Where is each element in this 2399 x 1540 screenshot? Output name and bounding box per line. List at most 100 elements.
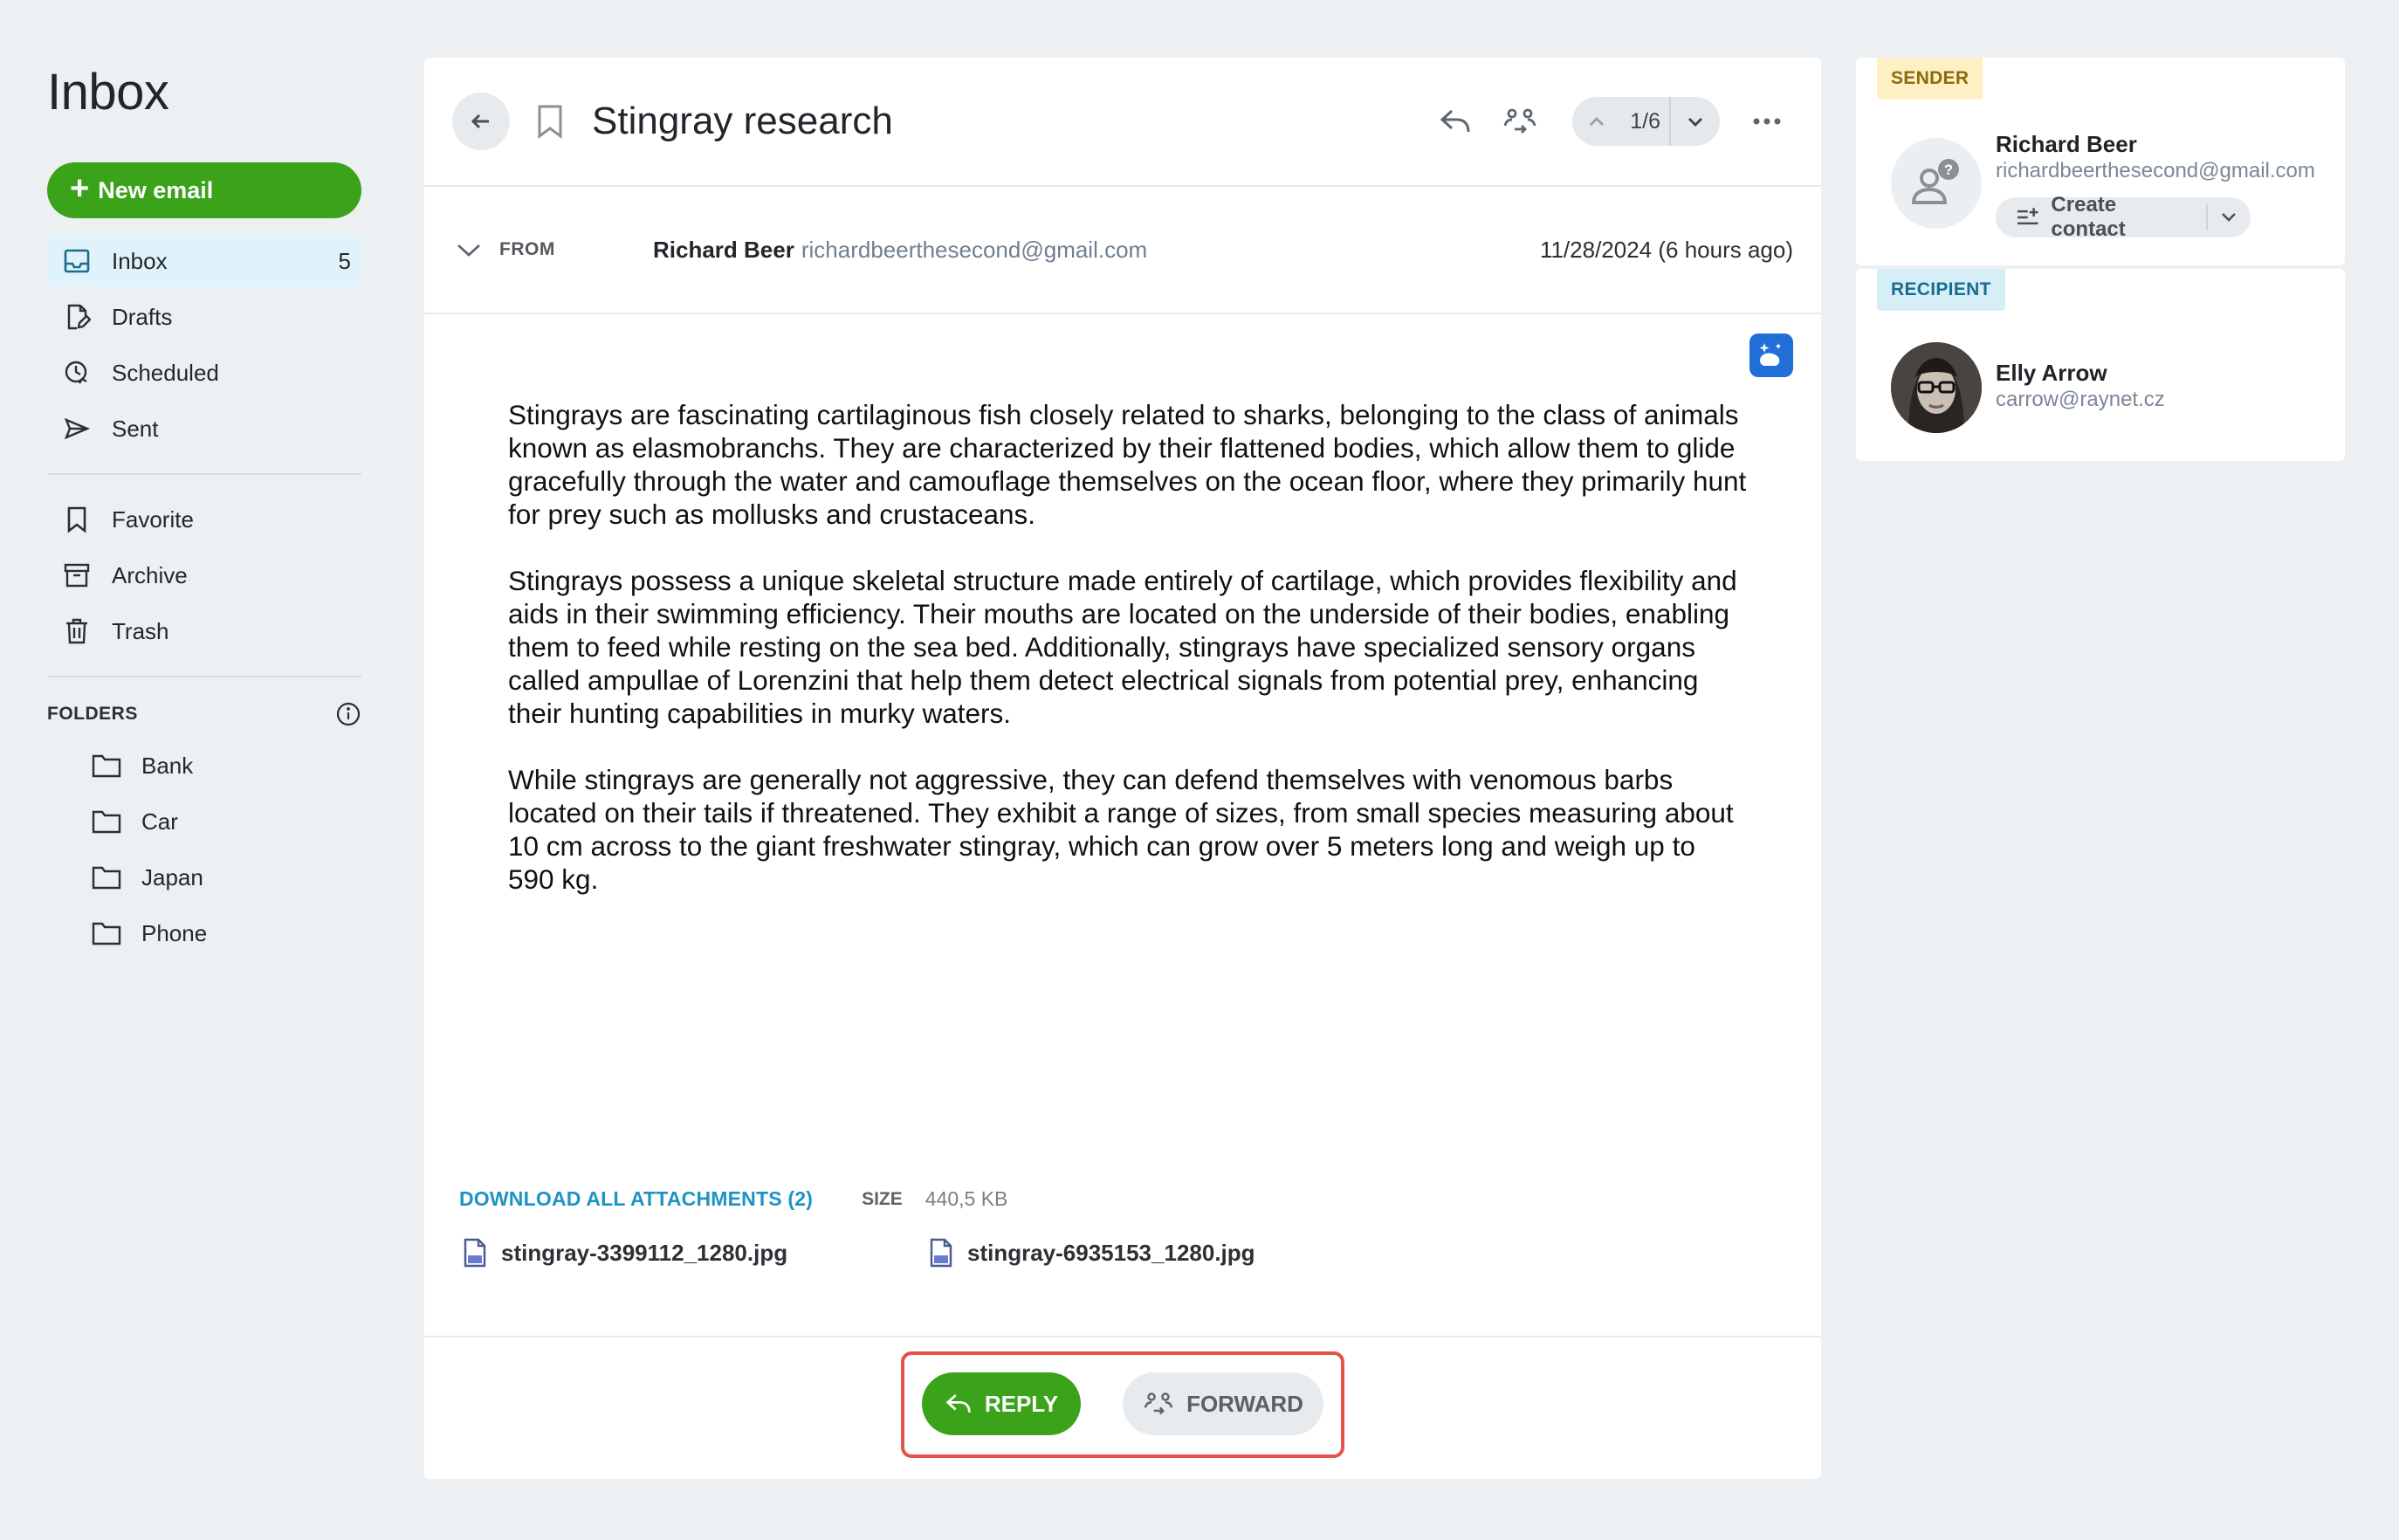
folder-icon [91,806,122,837]
image-file-icon [463,1238,487,1268]
plus-icon: + [70,170,90,207]
bookmark-button[interactable] [533,102,567,141]
reply-icon-button[interactable] [1429,95,1481,148]
arrow-left-icon [471,113,489,129]
create-contact-button[interactable]: Create contact [1996,193,2251,241]
chevron-down-icon [1688,118,1702,127]
trash-icon [61,615,93,647]
sidebar-item-sent[interactable]: Sent [47,403,361,454]
folder-icon [91,862,122,893]
inbox-icon [61,245,93,277]
attachment-file[interactable]: stingray-6935153_1280.jpg [929,1238,1395,1268]
info-icon[interactable] [335,701,361,727]
recipient-card-name: Elly Arrow [1996,360,2107,386]
sender-email[interactable]: richardbeerthesecond@gmail.com [801,237,1147,264]
folder-label: Japan [141,863,203,890]
attachments-list: stingray-3399112_1280.jpg stingray-69351… [463,1238,1395,1268]
download-all-attachments-link[interactable]: DOWNLOAD ALL ATTACHMENTS (2) [459,1187,813,1211]
folder-label: Car [141,808,178,835]
forward-people-icon [1503,108,1536,134]
sidebar-item-drafts[interactable]: Drafts [47,292,361,342]
chevron-up-icon [1590,117,1605,126]
email-subject: Stingray research [592,100,893,142]
scheduled-icon [61,357,93,388]
from-label: FROM [499,239,555,259]
folder-icon [91,918,122,949]
email-date: 11/28/2024 (6 hours ago) [1539,236,1793,263]
recipient-tag: RECIPIENT [1877,269,2005,311]
from-row: FROM Richard Beer richardbeerthesecond@g… [424,187,1821,314]
sidebar-item-label: Favorite [112,505,194,533]
sidebar-item-label: Drafts [112,303,173,330]
reply-icon [1440,109,1470,133]
sidebar-item-scheduled[interactable]: Scheduled [47,347,361,398]
folder-item-car[interactable]: Car [47,796,361,847]
size-value: 440,5 KB [925,1187,1008,1210]
body-paragraph: Stingrays possess a unique skeletal stru… [508,565,1737,729]
bookmark-icon [538,105,562,139]
email-header: Stingray research 1/6 [424,58,1821,187]
chevron-down-icon [2222,213,2237,222]
new-email-button[interactable]: + New email [47,162,361,218]
new-email-label: New email [98,176,214,203]
reply-button[interactable]: REPLY [922,1372,1081,1435]
reply-icon [945,1394,971,1413]
forward-label: FORWARD [1186,1390,1303,1417]
sidebar-item-trash[interactable]: Trash [47,606,361,657]
attachment-name: stingray-6935153_1280.jpg [967,1239,1255,1266]
body-paragraph: While stingrays are generally not aggres… [508,764,1734,895]
next-email-button[interactable] [1671,97,1720,146]
add-contact-icon [2017,208,2038,225]
email-view: Stingray research 1/6 FROM Richard Beer … [424,58,1821,1479]
attachment-file[interactable]: stingray-3399112_1280.jpg [463,1238,929,1268]
email-body: Stingrays are fascinating cartilaginous … [424,314,1821,1327]
archive-icon [61,560,93,591]
folder-item-bank[interactable]: Bank [47,740,361,791]
sidebar-item-label: Scheduled [112,359,219,386]
forward-icon-button[interactable] [1494,95,1546,148]
sender-card-name: Richard Beer [1996,131,2137,157]
recipient-card-email[interactable]: carrow@raynet.cz [1996,388,2165,412]
ai-sparkle-icon [1759,343,1782,366]
sender-name[interactable]: Richard Beer [653,237,794,264]
forward-button[interactable]: FORWARD [1123,1372,1323,1435]
sidebar-item-favorite[interactable]: Favorite [47,494,361,545]
folder-item-japan[interactable]: Japan [47,852,361,903]
sidebar-item-archive[interactable]: Archive [47,550,361,601]
svg-text:?: ? [1944,162,1953,178]
sidebar-item-label: Archive [112,561,188,588]
email-body-text: Stingrays are fascinating cartilaginous … [508,398,1748,929]
email-footer: REPLY FORWARD [424,1336,1821,1479]
folders-section-header: FOLDERS [47,697,361,732]
recipient-card: RECIPIENT Elly Arrow carrow@raynet.cz [1856,269,2345,461]
create-contact-label: Create contact [2051,193,2126,241]
sender-card-email[interactable]: richardbeerthesecond@gmail.com [1996,159,2315,183]
folder-label: Bank [141,752,194,779]
folders-heading: FOLDERS [47,704,138,724]
folder-icon [91,750,122,781]
email-pager: 1/6 [1572,97,1720,146]
email-actions: 1/6 [1429,95,1793,148]
image-file-icon [929,1238,953,1268]
attachments-header: DOWNLOAD ALL ATTACHMENTS (2) SIZE 440,5 … [459,1187,1007,1211]
previous-email-button[interactable] [1572,97,1621,146]
sender-tag: SENDER [1877,58,1983,100]
folder-label: Phone [141,919,208,946]
bookmark-icon [61,504,93,535]
back-button[interactable] [452,93,510,150]
sidebar-item-inbox[interactable]: Inbox 5 [47,236,361,286]
avatar [1891,342,1982,433]
sidebar-item-label: Sent [112,415,159,442]
more-options-button[interactable] [1741,95,1793,148]
more-dots-icon [1753,118,1781,125]
folder-item-phone[interactable]: Phone [47,908,361,959]
create-contact-dropdown[interactable] [2208,211,2251,223]
mailbox-nav: Inbox 5 Drafts Scheduled Sent Favorite A… [47,236,361,959]
expand-details-button[interactable] [456,241,487,258]
body-paragraph: Stingrays are fascinating cartilaginous … [508,399,1747,530]
create-contact-main[interactable]: Create contact [1996,193,2208,241]
divider [47,473,361,475]
unread-count-badge: 5 [338,247,351,274]
pager-position: 1/6 [1621,97,1671,146]
ai-assistant-button[interactable] [1749,333,1793,377]
